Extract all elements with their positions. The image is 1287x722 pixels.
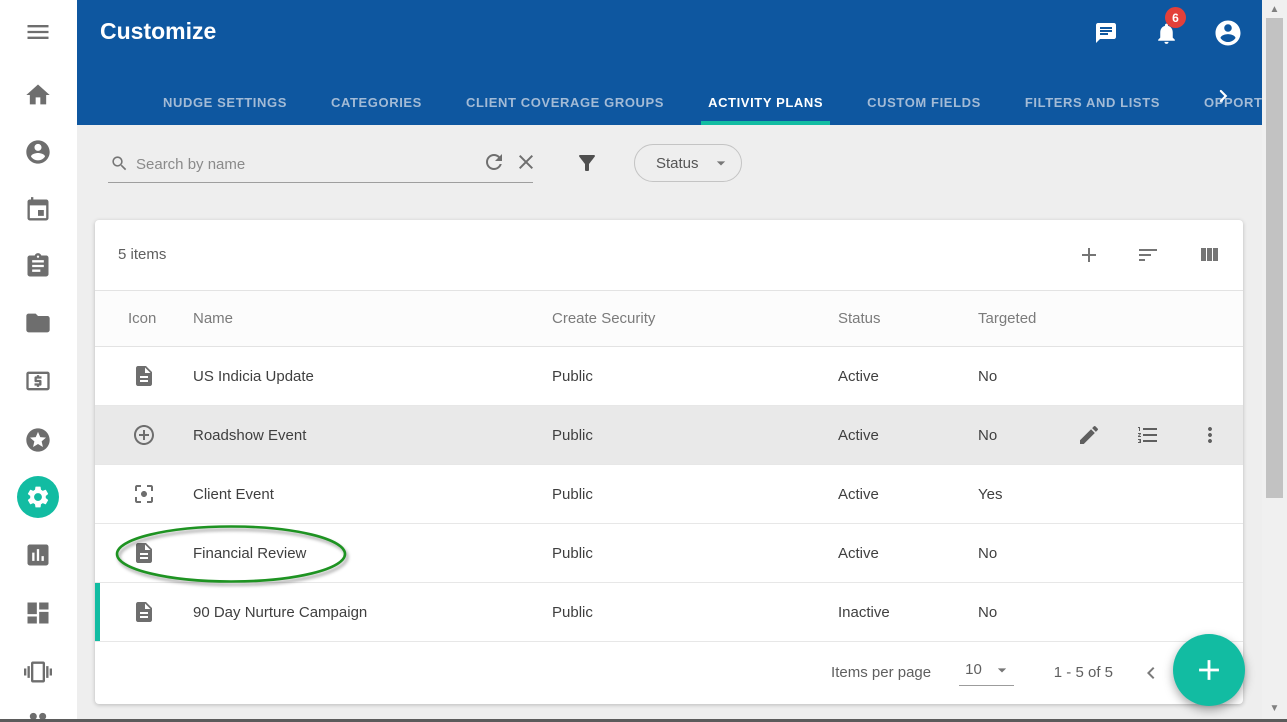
grid-header-row: Icon Name Create Security Status Targete… — [95, 290, 1243, 347]
row-create-security: Public — [552, 347, 593, 406]
document-icon — [132, 600, 156, 624]
menu-icon[interactable] — [24, 18, 52, 46]
row-name: Financial Review — [193, 524, 306, 583]
messages-icon[interactable] — [1094, 21, 1118, 45]
chevron-down-icon — [992, 660, 1012, 680]
edit-pencil-icon[interactable] — [1077, 423, 1101, 447]
tabs-scroll-right-icon[interactable] — [1210, 83, 1236, 109]
content-area: Status 5 items Icon Name Create Security… — [77, 125, 1262, 722]
activity-plans-card: 5 items Icon Name Create Security Status… — [95, 220, 1243, 704]
folder-icon[interactable] — [24, 309, 52, 337]
table-row-us-indicia-update[interactable]: US Indicia Update Public Active No — [95, 347, 1243, 406]
row-targeted: No — [978, 583, 997, 642]
page-size-value: 10 — [965, 661, 982, 678]
add-activity-plan-fab[interactable] — [1173, 634, 1245, 706]
row-targeted: No — [978, 524, 997, 583]
tab-bar: NUDGE SETTINGS CATEGORIES CLIENT COVERAG… — [156, 79, 1287, 125]
page-range-label: 1 - 5 of 5 — [1054, 664, 1113, 681]
scrollbar-thumb[interactable] — [1266, 18, 1283, 498]
dollar-icon[interactable] — [24, 367, 52, 395]
app-header: Customize 6 NUDGE SETTINGS CATEGORIES CL… — [77, 0, 1262, 125]
tab-activity-plans[interactable]: ACTIVITY PLANS — [701, 79, 830, 125]
dashboard-grid-icon[interactable] — [24, 599, 52, 627]
row-name: 90 Day Nurture Campaign — [193, 583, 367, 642]
row-status: Active — [838, 406, 879, 465]
numbered-list-icon[interactable] — [1136, 423, 1160, 447]
person-icon[interactable] — [24, 138, 52, 166]
sort-icon[interactable] — [1136, 243, 1160, 267]
column-header-name: Name — [193, 291, 233, 346]
table-row-financial-review[interactable]: Financial Review Public Active No — [95, 524, 1243, 583]
vertical-scrollbar[interactable]: ▲ ▼ — [1262, 0, 1287, 722]
items-count: 5 items — [118, 220, 166, 290]
items-per-page-label: Items per page — [831, 664, 931, 681]
settings-active-item[interactable] — [17, 476, 59, 518]
document-icon — [132, 364, 156, 388]
row-create-security: Public — [552, 583, 593, 642]
row-targeted: No — [978, 347, 997, 406]
column-header-create-security: Create Security — [552, 291, 655, 346]
gear-icon — [25, 484, 51, 510]
table-row-90-day-nurture-campaign[interactable]: 90 Day Nurture Campaign Public Inactive … — [95, 583, 1243, 642]
table-row-client-event[interactable]: Client Event Public Active Yes — [95, 465, 1243, 524]
pagination-bar: Items per page 10 1 - 5 of 5 — [95, 642, 1243, 703]
clipboard-icon[interactable] — [24, 252, 52, 280]
search-icon — [110, 154, 129, 173]
status-filter-chip[interactable]: Status — [634, 144, 742, 182]
row-status: Active — [838, 465, 879, 524]
search-input[interactable] — [136, 151, 436, 177]
row-targeted: No — [978, 406, 997, 465]
scroll-up-icon[interactable]: ▲ — [1262, 4, 1287, 15]
notification-badge: 6 — [1165, 7, 1186, 28]
account-avatar-icon[interactable] — [1213, 18, 1243, 48]
star-circle-icon[interactable] — [24, 426, 52, 454]
sidebar — [0, 0, 77, 722]
chevron-down-icon — [711, 153, 731, 173]
column-header-icon: Icon — [128, 291, 156, 346]
document-icon — [132, 541, 156, 565]
card-toolbar: 5 items — [95, 220, 1243, 290]
search-field[interactable] — [108, 145, 533, 183]
row-create-security: Public — [552, 465, 593, 524]
previous-page-icon[interactable] — [1139, 661, 1163, 685]
filter-funnel-icon[interactable] — [575, 151, 599, 175]
more-options-kebab-icon[interactable] — [1198, 423, 1222, 447]
page-size-select[interactable]: 10 — [959, 660, 1014, 686]
bar-chart-icon[interactable] — [24, 541, 52, 569]
row-status: Active — [838, 524, 879, 583]
phone-vibrate-icon[interactable] — [24, 658, 52, 686]
home-icon[interactable] — [24, 81, 52, 109]
row-name: Roadshow Event — [193, 406, 306, 465]
row-status: Inactive — [838, 583, 890, 642]
column-header-status: Status — [838, 291, 881, 346]
tab-categories[interactable]: CATEGORIES — [324, 79, 429, 125]
row-status: Active — [838, 347, 879, 406]
tab-custom-fields[interactable]: CUSTOM FIELDS — [860, 79, 988, 125]
row-name: US Indicia Update — [193, 347, 314, 406]
row-targeted: Yes — [978, 465, 1002, 524]
tab-client-coverage-groups[interactable]: CLIENT COVERAGE GROUPS — [459, 79, 671, 125]
page-title: Customize — [100, 18, 216, 45]
row-create-security: Public — [552, 524, 593, 583]
refresh-icon[interactable] — [482, 150, 506, 174]
tab-filters-and-lists[interactable]: FILTERS AND LISTS — [1018, 79, 1167, 125]
tab-nudge-settings[interactable]: NUDGE SETTINGS — [156, 79, 294, 125]
page: Customize 6 NUDGE SETTINGS CATEGORIES CL… — [0, 0, 1287, 722]
clear-search-icon[interactable] — [514, 150, 538, 174]
status-chip-label: Status — [656, 155, 699, 172]
center-focus-icon — [132, 482, 156, 506]
columns-icon[interactable] — [1197, 243, 1221, 267]
column-header-targeted: Targeted — [978, 291, 1036, 346]
scroll-down-icon[interactable]: ▼ — [1262, 703, 1287, 714]
row-create-security: Public — [552, 406, 593, 465]
plus-icon — [1192, 653, 1226, 687]
table-row-roadshow-event[interactable]: Roadshow Event Public Active No — [95, 406, 1243, 465]
add-icon[interactable] — [1077, 243, 1101, 267]
calendar-icon[interactable] — [24, 196, 52, 224]
row-name: Client Event — [193, 465, 274, 524]
add-circle-icon — [132, 423, 156, 447]
